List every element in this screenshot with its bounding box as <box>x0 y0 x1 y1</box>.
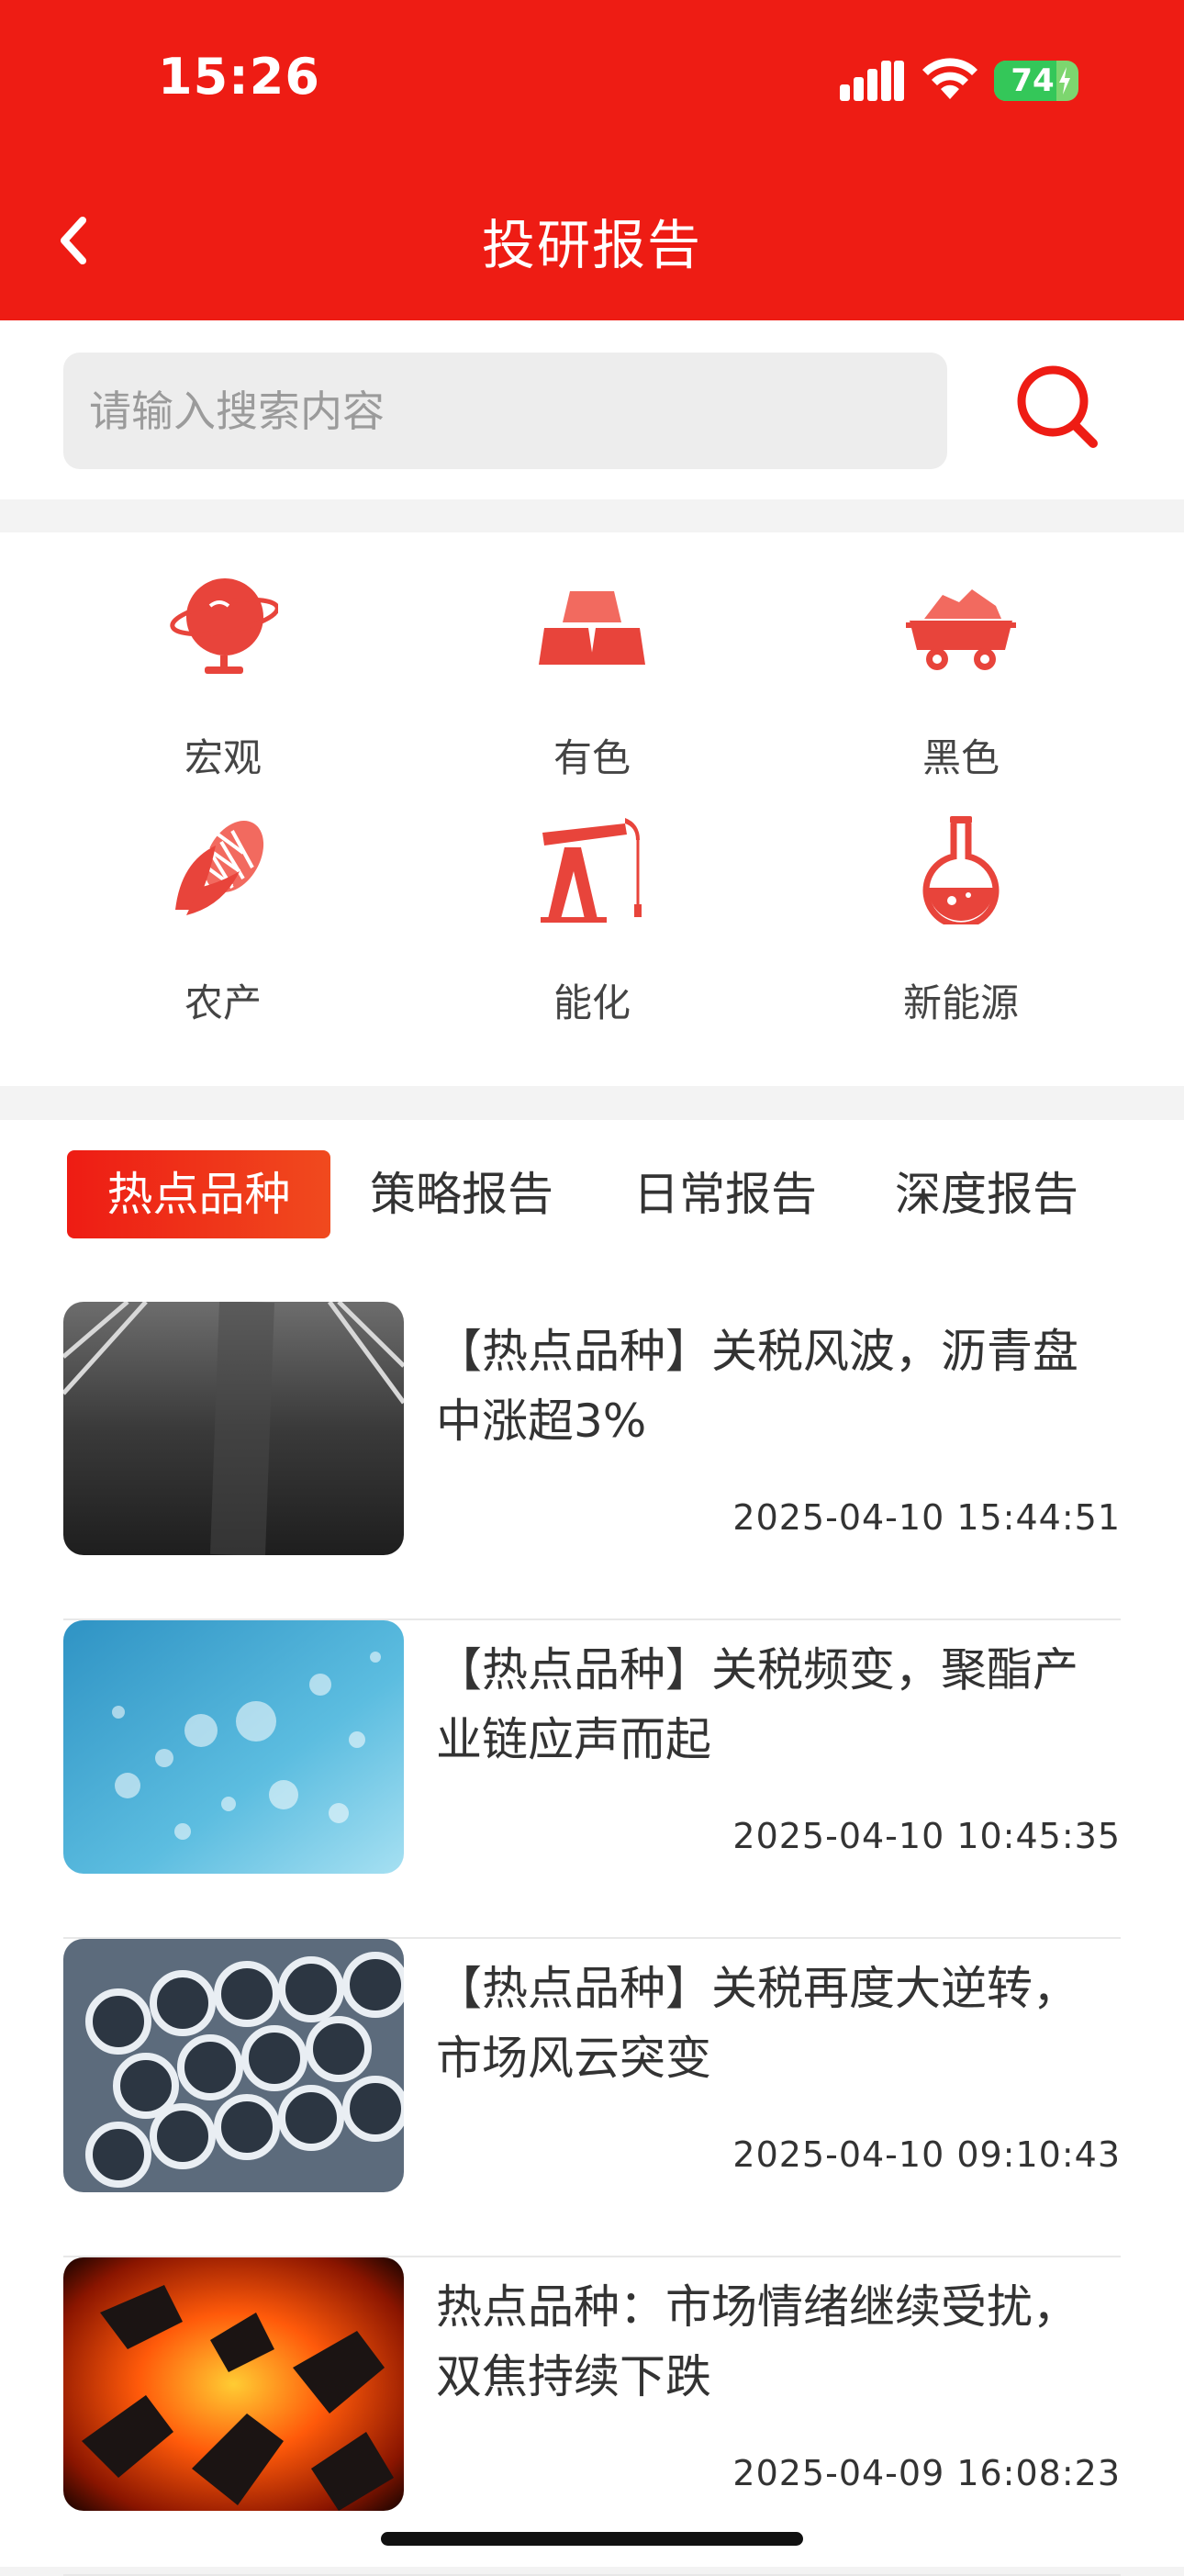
coal-cart-icon <box>906 589 1016 670</box>
article-item[interactable]: 【热点品种】关税风波，沥青盘中涨超3% 2025-04-10 15:44:51 <box>63 1302 1121 1620</box>
page-title: 投研报告 <box>481 214 702 276</box>
category-label: 新能源 <box>902 980 1019 1025</box>
category-macro[interactable]: 宏观 <box>85 532 361 780</box>
tab-daily-reports[interactable]: 日常报告 <box>617 1150 833 1238</box>
wifi-icon <box>922 58 977 99</box>
report-tabs: 热点品种 策略报告 日常报告 深度报告 <box>0 1120 1184 1249</box>
search-input[interactable] <box>63 353 947 469</box>
article-item[interactable]: 热点品种：市场情绪继续受扰，双焦持续下跌 2025-04-09 16:08:23 <box>63 2257 1121 2576</box>
article-title: 热点品种：市场情绪继续受扰，双焦持续下跌 <box>436 2280 1078 2403</box>
steel-pipes-image <box>63 1939 404 2192</box>
category-agriculture[interactable]: 农产 <box>85 778 361 1025</box>
app-header: 15:26 74 投研报告 <box>0 0 1184 320</box>
search-icon[interactable] <box>1014 361 1102 453</box>
article-time: 2025-04-10 09:10:43 <box>732 2134 1121 2175</box>
corn-icon <box>175 821 264 915</box>
water-bubbles-image <box>63 1620 404 1874</box>
burning-coal-image <box>63 2257 404 2511</box>
tab-in-depth-reports[interactable]: 深度报告 <box>878 1150 1095 1238</box>
flask-icon <box>922 816 1000 924</box>
article-item[interactable]: 【热点品种】关税频变，聚酯产业链应声而起 2025-04-10 10:45:35 <box>63 1620 1121 1939</box>
search-bar <box>0 320 1184 499</box>
category-ferrous[interactable]: 黑色 <box>823 532 1099 780</box>
oil-pump-icon <box>541 818 642 923</box>
battery-indicator: 74 <box>994 61 1078 101</box>
status-time: 15:26 <box>158 48 320 106</box>
charging-bolt-icon <box>1059 67 1070 95</box>
article-title: 【热点品种】关税频变，聚酯产业链应声而起 <box>436 1643 1078 1766</box>
category-energy-chemical[interactable]: 能化 <box>454 778 730 1025</box>
article-title: 【热点品种】关税风波，沥青盘中涨超3% <box>436 1325 1078 1448</box>
category-nonferrous[interactable]: 有色 <box>454 532 730 780</box>
article-time: 2025-04-10 10:45:35 <box>732 1816 1121 1856</box>
category-label: 有色 <box>553 735 631 780</box>
article-time: 2025-04-09 16:08:23 <box>732 2453 1121 2493</box>
gold-bars-icon <box>539 591 645 665</box>
category-new-energy[interactable]: 新能源 <box>823 778 1099 1025</box>
report-list-section: 热点品种 策略报告 日常报告 深度报告 【热点品种】关税风波，沥青盘中涨超3% … <box>0 1120 1184 2576</box>
cellular-signal-icon <box>840 61 904 101</box>
category-label: 能化 <box>553 980 631 1025</box>
article-title: 【热点品种】关税再度大逆转，市场风云突变 <box>436 1962 1078 2085</box>
tab-hot-varieties[interactable]: 热点品种 <box>67 1150 330 1238</box>
home-indicator[interactable] <box>381 2532 803 2546</box>
globe-icon <box>170 578 278 674</box>
category-label: 宏观 <box>184 735 262 780</box>
category-grid: 宏观 有色 黑色 农产 能化 新能源 <box>0 532 1184 1086</box>
tab-strategy-reports[interactable]: 策略报告 <box>353 1150 570 1238</box>
article-time: 2025-04-10 15:44:51 <box>732 1497 1121 1538</box>
article-item[interactable]: 【热点品种】关税再度大逆转，市场风云突变 2025-04-10 09:10:43 <box>63 1939 1121 2257</box>
battery-level: 74 <box>1011 62 1055 99</box>
category-label: 黑色 <box>922 735 1000 780</box>
category-label: 农产 <box>184 980 262 1025</box>
asphalt-road-image <box>63 1302 404 1555</box>
